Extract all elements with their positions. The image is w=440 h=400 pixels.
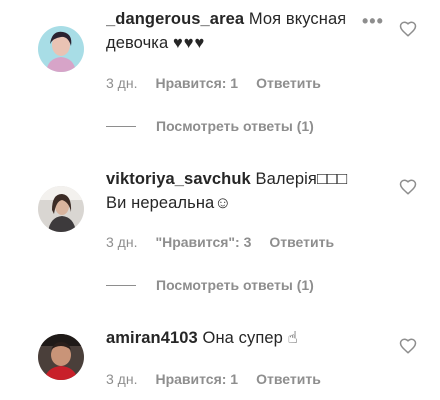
timestamp[interactable]: 3 дн. xyxy=(106,75,137,91)
pointing-hand-icon: ☝ xyxy=(287,329,298,347)
divider-line xyxy=(106,125,136,127)
avatar-image xyxy=(38,26,84,72)
comment-line-2: Ви нереальна☺ xyxy=(106,194,232,212)
avatar-image xyxy=(38,334,84,380)
avatar[interactable] xyxy=(38,334,84,380)
comment-meta: 3 дн. Нравится: 1 Ответить xyxy=(106,371,321,387)
like-heart-icon[interactable] xyxy=(399,20,417,38)
heart-emoji-icon: ♥♥♥ xyxy=(172,34,206,52)
more-options-button[interactable]: ••• xyxy=(362,11,384,32)
divider-line xyxy=(106,284,136,286)
avatar[interactable] xyxy=(38,186,84,232)
view-replies-button[interactable]: Посмотреть ответы (1) xyxy=(106,118,314,134)
avatar[interactable] xyxy=(38,26,84,72)
comment-line-1: Она супер xyxy=(202,329,288,347)
comment-text: _dangerous_area Моя вкусная xyxy=(106,8,368,30)
reply-button[interactable]: Ответить xyxy=(256,75,321,91)
view-replies-button[interactable]: Посмотреть ответы (1) xyxy=(106,277,314,293)
timestamp[interactable]: 3 дн. xyxy=(106,371,137,387)
like-heart-icon[interactable] xyxy=(399,178,417,196)
view-replies-label: Посмотреть ответы (1) xyxy=(156,118,314,134)
likes-count-button[interactable]: "Нравится": 3 xyxy=(155,234,251,250)
comment-text-line-2: Ви нереальна☺ xyxy=(106,192,368,214)
timestamp[interactable]: 3 дн. xyxy=(106,234,137,250)
comment-meta: 3 дн. Нравится: 1 Ответить xyxy=(106,75,321,91)
like-heart-icon[interactable] xyxy=(399,337,417,355)
likes-count-button[interactable]: Нравится: 1 xyxy=(155,75,238,91)
comment-line-2: девочка xyxy=(106,34,173,52)
comment-text: viktoriya_savchuk Валерія□□□ xyxy=(106,168,376,190)
username-link[interactable]: _dangerous_area xyxy=(106,10,244,28)
likes-count-button[interactable]: Нравится: 1 xyxy=(155,371,238,387)
reply-button[interactable]: Ответить xyxy=(256,371,321,387)
comment-text: amiran4103 Она супер ☝ xyxy=(106,327,368,349)
view-replies-label: Посмотреть ответы (1) xyxy=(156,277,314,293)
username-link[interactable]: viktoriya_savchuk xyxy=(106,170,251,188)
comment-meta: 3 дн. "Нравится": 3 Ответить xyxy=(106,234,334,250)
comment-line-1: Валерія□□□ xyxy=(255,170,348,188)
comment-text-line-2: девочка ♥♥♥ xyxy=(106,32,368,54)
username-link[interactable]: amiran4103 xyxy=(106,329,198,347)
comment-line-1: Моя вкусная xyxy=(248,10,347,28)
reply-button[interactable]: Ответить xyxy=(269,234,334,250)
avatar-image xyxy=(38,186,84,232)
